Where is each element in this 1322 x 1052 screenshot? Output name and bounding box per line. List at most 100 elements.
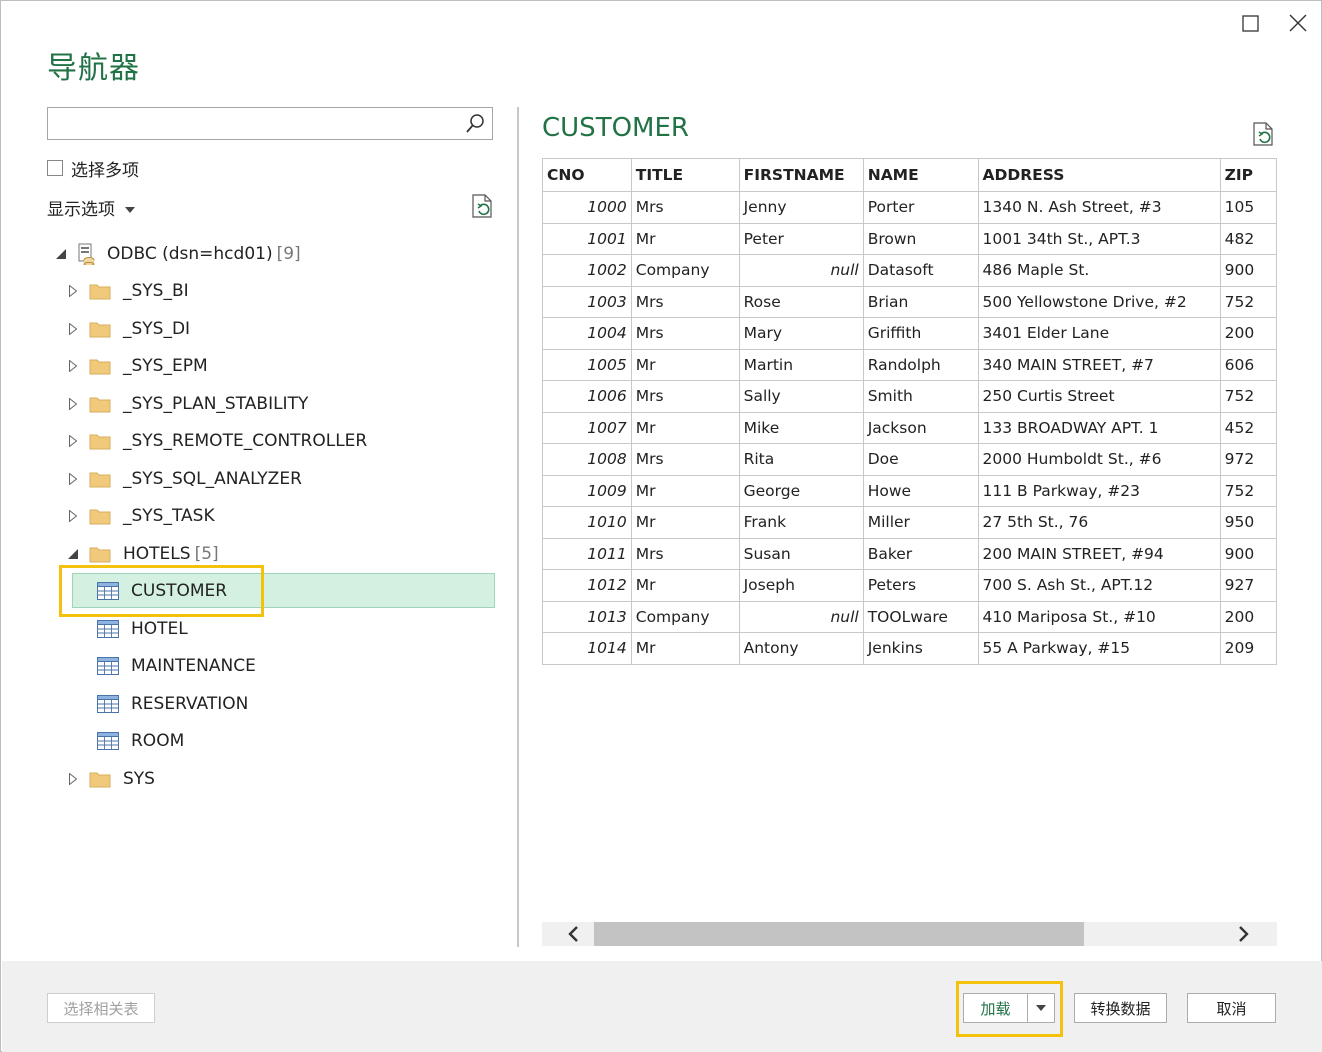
table-cell: 900 <box>1219 537 1277 570</box>
table-cell: null <box>738 254 864 287</box>
table-cell: Company <box>630 254 740 287</box>
table-cell: Baker <box>862 537 979 570</box>
table-cell: 606 <box>1219 348 1277 381</box>
maximize-icon[interactable] <box>1237 9 1265 37</box>
tree-label: _SYS_PLAN_STABILITY <box>123 394 309 414</box>
collapsed-triangle-icon[interactable] <box>65 398 81 410</box>
table-row: 1012 Mr Joseph Peters 700 S. Ash St., APT.12… <box>542 569 1277 602</box>
column-header[interactable]: NAME <box>862 158 979 192</box>
select-multiple[interactable]: 选择多项 <box>47 157 139 181</box>
search-input[interactable] <box>48 108 464 138</box>
table-cell: null <box>738 600 864 633</box>
table-cell: 1009 <box>542 474 632 507</box>
tree-node-schema[interactable]: _SYS_PLAN_STABILITY <box>65 386 308 422</box>
refresh-icon[interactable] <box>469 193 495 223</box>
table-cell: 1002 <box>542 254 632 287</box>
table-cell: 410 Mariposa St., #10 <box>977 600 1221 633</box>
tree-label: _SYS_DI <box>123 319 191 339</box>
table-cell: Sally <box>738 380 864 413</box>
column-header[interactable]: FIRSTNAME <box>738 158 864 192</box>
table-cell: Joseph <box>738 569 864 602</box>
tree-node-schema[interactable]: _SYS_BI <box>65 273 189 309</box>
select-multiple-checkbox[interactable] <box>47 160 63 176</box>
table-row: 1010 Mr Frank Miller 27 5th St., 76 950 <box>542 506 1277 539</box>
table-cell: 133 BROADWAY APT. 1 <box>977 411 1221 444</box>
transform-data-button[interactable]: 转换数据 <box>1074 993 1167 1023</box>
table-row: 1000 Mrs Jenny Porter 1340 N. Ash Street, #3… <box>542 191 1277 224</box>
select-multiple-label: 选择多项 <box>71 160 139 181</box>
table-cell: 1340 N. Ash Street, #3 <box>977 191 1221 224</box>
table-cell: Mr <box>630 569 740 602</box>
collapsed-triangle-icon[interactable] <box>65 323 81 335</box>
table-cell: Mrs <box>630 191 740 224</box>
collapsed-triangle-icon[interactable] <box>65 510 81 522</box>
expanded-triangle-icon[interactable] <box>65 549 81 559</box>
tree-node-schema[interactable]: _SYS_EPM <box>65 348 208 384</box>
horizontal-scrollbar[interactable] <box>542 922 1277 946</box>
tree-node-table-room[interactable]: ROOM <box>97 723 184 759</box>
table-cell: 1012 <box>542 569 632 602</box>
table-cell: 1014 <box>542 632 632 665</box>
tree-node-schema[interactable]: _SYS_REMOTE_CONTROLLER <box>65 423 367 459</box>
tree-node-schema[interactable]: SYS <box>65 761 155 797</box>
search-icon[interactable] <box>464 113 486 139</box>
collapsed-triangle-icon[interactable] <box>65 435 81 447</box>
tree-label: RESERVATION <box>131 694 249 714</box>
select-related-tables-button[interactable]: 选择相关表 <box>47 993 155 1023</box>
collapsed-triangle-icon[interactable] <box>65 773 81 785</box>
tree-node-table-hotel[interactable]: HOTEL <box>97 611 188 647</box>
tree-node-odbc-root[interactable]: ODBC (dsn=hcd01) [9] <box>53 236 301 272</box>
tree-node-table-maintenance[interactable]: MAINTENANCE <box>97 648 256 684</box>
tree-label: SYS <box>123 769 155 789</box>
navigator-dialog: 导航器 选择多项 显示选项 ODBC (dsn=hcd01) [9] _SYS_… <box>0 0 1322 1052</box>
tree-node-schema[interactable]: _SYS_DI <box>65 311 190 347</box>
table-cell: 1011 <box>542 537 632 570</box>
tree-count: [9] <box>276 244 301 264</box>
table-icon <box>97 582 119 600</box>
expanded-triangle-icon[interactable] <box>53 249 69 259</box>
search-box <box>47 107 493 140</box>
column-header[interactable]: CNO <box>542 158 632 192</box>
load-dropdown-button[interactable] <box>1027 993 1055 1023</box>
table-cell: 972 <box>1219 443 1277 476</box>
scroll-right-icon[interactable] <box>1237 924 1251 948</box>
preview-refresh-icon[interactable] <box>1250 121 1276 151</box>
table-cell: 200 MAIN STREET, #94 <box>977 537 1221 570</box>
load-button[interactable]: 加载 <box>963 993 1028 1023</box>
scrollbar-thumb[interactable] <box>594 922 1084 946</box>
pane-divider[interactable] <box>517 107 519 947</box>
preview-table-container: CNO TITLE FIRSTNAME NAME ADDRESS ZIP 1000 Mrs J… <box>542 158 1277 665</box>
table-cell: Jenkins <box>862 632 979 665</box>
tree-node-schema[interactable]: _SYS_TASK <box>65 498 215 534</box>
column-header[interactable]: TITLE <box>630 158 740 192</box>
tree-node-schema[interactable]: _SYS_SQL_ANALYZER <box>65 461 302 497</box>
display-options-dropdown[interactable]: 显示选项 <box>47 195 135 220</box>
tree-label: _SYS_EPM <box>123 356 208 376</box>
table-cell: 55 A Parkway, #15 <box>977 632 1221 665</box>
cancel-button[interactable]: 取消 <box>1187 993 1276 1023</box>
table-cell: Porter <box>862 191 979 224</box>
collapsed-triangle-icon[interactable] <box>65 285 81 297</box>
collapsed-triangle-icon[interactable] <box>65 360 81 372</box>
table-cell: Susan <box>738 537 864 570</box>
table-row: 1013 Company null TOOLware 410 Mariposa St.,… <box>542 600 1277 633</box>
table-cell: Mr <box>630 348 740 381</box>
table-cell: Datasoft <box>862 254 979 287</box>
folder-icon <box>89 545 111 563</box>
tree-node-table-customer[interactable]: CUSTOMER <box>97 573 227 609</box>
tree-label: _SYS_BI <box>123 281 189 301</box>
table-cell: Martin <box>738 348 864 381</box>
table-cell: Smith <box>862 380 979 413</box>
column-header[interactable]: ZIP <box>1219 158 1277 192</box>
close-icon[interactable] <box>1284 9 1312 37</box>
table-cell: 111 B Parkway, #23 <box>977 474 1221 507</box>
folder-icon <box>89 507 111 525</box>
table-cell: Brown <box>862 222 979 255</box>
column-header[interactable]: ADDRESS <box>977 158 1221 192</box>
scroll-left-icon[interactable] <box>566 924 580 948</box>
table-cell: 1008 <box>542 443 632 476</box>
collapsed-triangle-icon[interactable] <box>65 473 81 485</box>
tree-node-table-reservation[interactable]: RESERVATION <box>97 686 248 722</box>
table-cell: Randolph <box>862 348 979 381</box>
tree-node-schema[interactable]: HOTELS [5] <box>65 536 219 572</box>
